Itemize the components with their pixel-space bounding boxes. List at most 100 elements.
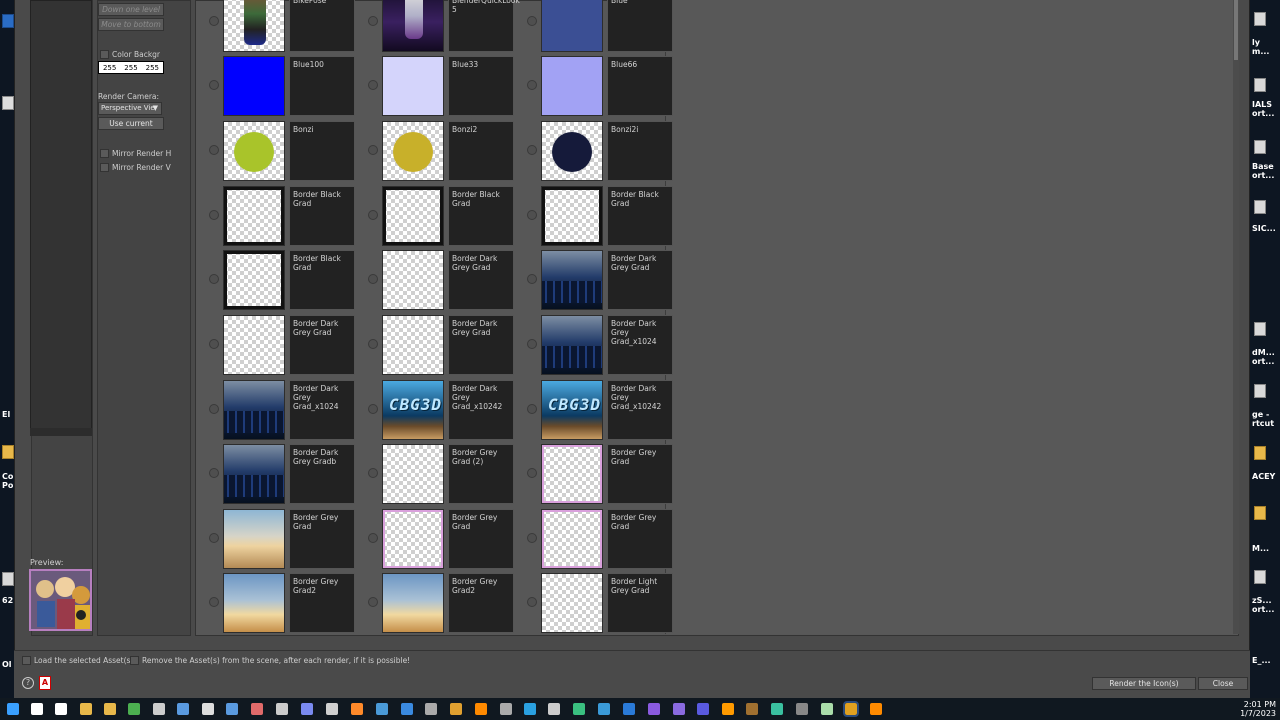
asset-thumbnail[interactable] [541,444,603,504]
asset-cell[interactable]: BikePose [209,0,359,52]
asset-select-radio[interactable] [527,533,537,543]
asset-select-radio[interactable] [368,145,378,155]
asset-name[interactable]: Blue66 [607,56,673,116]
asset-cell[interactable]: Border Light Grey Grad [527,573,677,633]
settings-icon[interactable] [276,703,288,715]
green-value[interactable]: 255 [124,64,137,72]
asset-name[interactable]: BikePose [289,0,355,52]
asset-select-radio[interactable] [209,145,219,155]
asset-select-radio[interactable] [368,468,378,478]
asset-select-radio[interactable] [209,468,219,478]
asset-cell[interactable]: Border Dark Grey Grad [368,315,518,375]
asset-name[interactable]: Border Dark Grey Grad_x1024 [607,315,673,375]
asset-thumbnail[interactable] [382,186,444,246]
asset-thumbnail[interactable] [541,509,603,569]
daz-studio-icon[interactable] [843,701,859,717]
asset-select-radio[interactable] [527,210,537,220]
desktop-file-icon[interactable] [1254,200,1266,214]
asset-select-radio[interactable] [368,339,378,349]
pdf-icon[interactable]: A [39,676,51,690]
asset-name[interactable]: Border Black Grad [448,186,514,246]
asset-select-radio[interactable] [368,404,378,414]
asset-thumbnail[interactable] [382,250,444,310]
asset-name[interactable]: Border Dark Grey Grad [289,315,355,375]
premiere-icon[interactable] [648,703,660,715]
chrome-icon[interactable] [128,703,140,715]
desktop-file-icon[interactable] [1254,384,1266,398]
mirror-render-v-checkbox[interactable] [100,163,109,172]
asset-select-radio[interactable] [527,274,537,284]
asset-cell[interactable]: BlenderQuickLook 5 [368,0,520,52]
app-icon[interactable] [401,703,413,715]
asset-name[interactable]: Bonzi2 [448,121,514,181]
asset-cell[interactable]: Border Dark Grey Grad_x1024 [209,380,359,440]
asset-cell[interactable]: Border Grey Grad [368,509,518,569]
file-explorer-icon[interactable] [80,703,92,715]
asset-select-radio[interactable] [209,533,219,543]
asset-thumbnail[interactable] [541,56,603,116]
asset-cell[interactable]: Border Black Grad [368,186,518,246]
asset-cell[interactable]: Border Black Grad [209,186,359,246]
asset-name[interactable]: Border Grey Grad2 [289,573,355,633]
asset-select-radio[interactable] [527,80,537,90]
asset-name[interactable]: Border Grey Grad [607,444,673,504]
asset-select-radio[interactable] [527,597,537,607]
asset-name[interactable]: Border Dark Grey Grad [607,250,673,310]
asset-thumbnail[interactable] [223,186,285,246]
asset-name[interactable]: Blue [607,0,673,52]
asset-thumbnail[interactable] [541,250,603,310]
asset-thumbnail[interactable] [382,509,444,569]
asset-thumbnail[interactable] [223,573,285,633]
asset-thumbnail[interactable] [541,315,603,375]
asset-select-radio[interactable] [368,597,378,607]
asset-cell[interactable]: Bonzi [209,121,359,181]
asset-select-radio[interactable] [209,210,219,220]
app-icon[interactable] [326,703,338,715]
search-icon[interactable] [31,703,43,715]
render-icons-button[interactable]: Render the Icon(s) [1092,677,1196,690]
asset-cell[interactable]: Blue [527,0,677,52]
asset-name[interactable]: Border Grey Grad [289,509,355,569]
asset-cell[interactable]: Blue66 [527,56,677,116]
asset-name[interactable]: Border Dark Grey Gradb [289,444,355,504]
notepad-icon[interactable] [821,703,833,715]
load-selected-checkbox[interactable] [22,656,31,665]
help-icon[interactable]: ? [22,677,34,689]
steam-icon[interactable] [500,703,512,715]
asset-name[interactable]: Border Black Grad [289,186,355,246]
firefox-icon[interactable] [351,703,363,715]
asset-thumbnail[interactable] [541,0,603,52]
asset-cell[interactable]: Border Dark Grey Grad [527,250,677,310]
asset-thumbnail[interactable] [382,444,444,504]
asset-thumbnail[interactable] [223,380,285,440]
asset-name[interactable]: Border Light Grey Grad [607,573,673,633]
asset-thumbnail[interactable] [382,315,444,375]
asset-cell[interactable]: Border Grey Grad (2) [368,444,518,504]
desktop-file-icon[interactable] [1254,570,1266,584]
asset-name[interactable]: Border Black Grad [607,186,673,246]
asset-thumbnail[interactable] [223,444,285,504]
asset-name[interactable]: Bonzi2i [607,121,673,181]
asset-name[interactable]: Border Dark Grey Grad_x10242 [607,380,673,440]
close-button[interactable]: Close [1198,677,1248,690]
asset-name[interactable]: Border Grey Grad [607,509,673,569]
asset-select-radio[interactable] [368,80,378,90]
grid-scrollbar[interactable] [1233,0,1239,634]
asset-select-radio[interactable] [527,145,537,155]
blue-value[interactable]: 255 [146,64,159,72]
asset-name[interactable]: Border Dark Grey Grad_x1024 [289,380,355,440]
down-one-level-button[interactable]: Down one level [98,3,164,16]
asset-select-radio[interactable] [368,210,378,220]
photoshop-icon[interactable] [623,703,635,715]
asset-select-radio[interactable] [527,468,537,478]
asset-select-radio[interactable] [209,274,219,284]
asset-name[interactable]: BlenderQuickLook 5 [448,0,520,52]
desktop-file-icon[interactable] [1254,140,1266,154]
asset-cell[interactable]: Border Grey Grad [527,509,677,569]
asset-select-radio[interactable] [527,404,537,414]
system-clock[interactable]: 2:01 PM 1/7/2023 [1232,700,1276,718]
desktop-file-icon[interactable] [2,572,14,586]
desktop-folder-icon[interactable] [1254,446,1266,460]
app-icon[interactable] [450,703,462,715]
asset-thumbnail[interactable] [223,0,285,52]
